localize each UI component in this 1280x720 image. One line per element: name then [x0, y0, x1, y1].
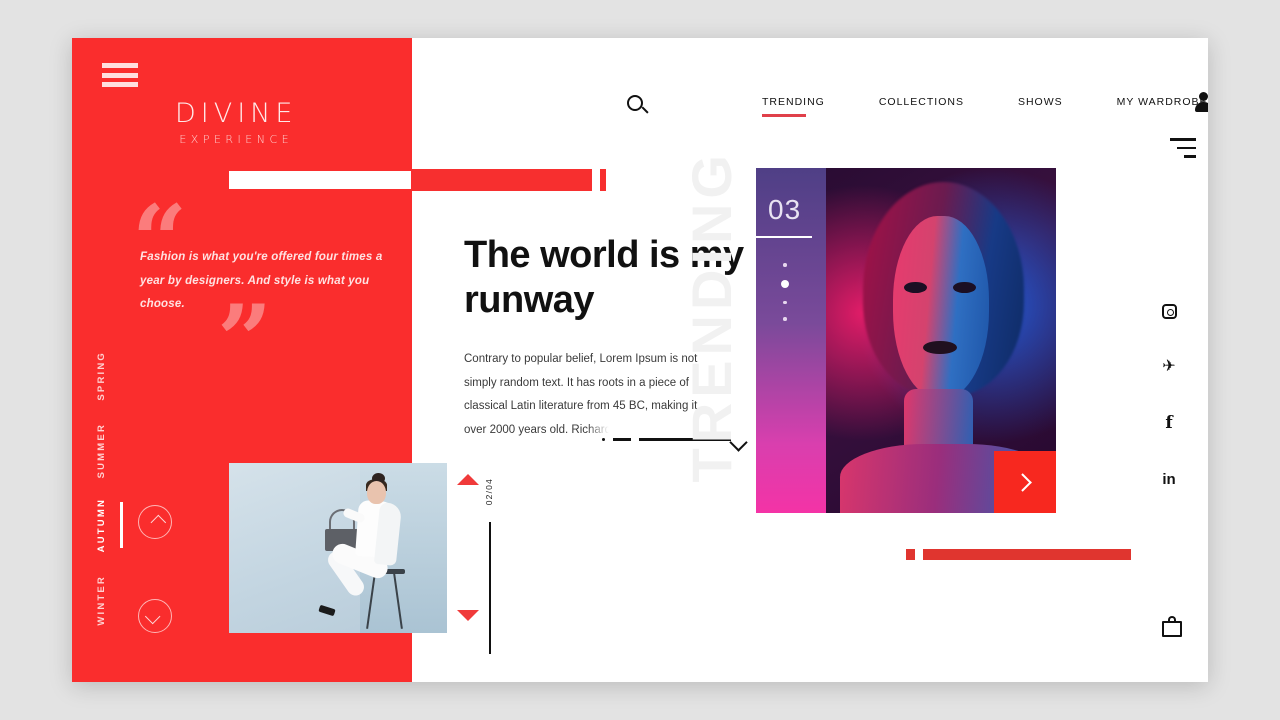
shopping-bag-icon[interactable] [1162, 616, 1182, 637]
social-rail: ✈ f in [1156, 283, 1182, 507]
portrait-eye-right [952, 281, 976, 294]
model-head [367, 481, 386, 504]
slide-dot[interactable] [783, 263, 787, 267]
product-model-figure [317, 473, 425, 633]
nav-item-collections[interactable]: COLLECTIONS [879, 96, 964, 117]
season-label: WINTER [96, 575, 107, 626]
portrait-lips [922, 340, 958, 355]
chevron-down-icon [144, 608, 160, 624]
triangle-down-icon[interactable] [457, 610, 479, 621]
chevron-up-icon [150, 514, 166, 530]
menu-line [1170, 138, 1196, 141]
top-navigation: TRENDING COLLECTIONS SHOWS MY WARDROBE [412, 38, 1208, 158]
avatar-body [1195, 102, 1208, 112]
trending-slide-card: 03 [756, 168, 1056, 513]
hamburger-line [102, 63, 138, 68]
season-label: AUTUMN [96, 498, 107, 553]
menu-line [1184, 155, 1196, 158]
slide-number: 03 [768, 194, 802, 225]
stool-leg [393, 573, 403, 629]
decorative-red-tick-top [600, 169, 606, 191]
season-item-spring[interactable]: SPRING [96, 338, 107, 413]
progress-dash [613, 438, 631, 441]
hero-body-text: Contrary to popular belief, Lorem Ipsum … [464, 348, 714, 442]
menu-stack-icon[interactable] [1170, 138, 1196, 158]
page-canvas: DIVINE EXPERIENCE “ Fashion is what you'… [72, 38, 1208, 682]
season-item-summer[interactable]: SUMMER [96, 413, 107, 488]
chevron-right-icon [1012, 472, 1032, 492]
quote-close-mark: ” [217, 284, 273, 397]
nav-links: TRENDING COLLECTIONS SHOWS MY WARDROBE [762, 96, 1208, 117]
season-down-button[interactable] [138, 599, 172, 633]
season-label: SUMMER [96, 422, 107, 479]
user-avatar-icon[interactable] [1195, 92, 1208, 112]
hamburger-line [102, 82, 138, 87]
season-item-autumn[interactable]: AUTUMN [96, 488, 123, 563]
product-image[interactable] [229, 463, 447, 633]
slide-dot[interactable] [783, 300, 787, 305]
model-shoe [318, 604, 336, 617]
season-label: SPRING [96, 350, 107, 401]
social-link-facebook[interactable]: f [1156, 395, 1182, 451]
trending-watermark: TRENDING [680, 150, 743, 483]
hamburger-line [102, 72, 138, 78]
decorative-red-bar-bottom [923, 549, 1131, 560]
facebook-icon: f [1165, 412, 1173, 433]
slide-next-button[interactable] [994, 451, 1056, 513]
slide-dots [781, 263, 789, 321]
slide-side-panel: 03 [756, 168, 826, 513]
nav-item-trending[interactable]: TRENDING [762, 96, 825, 117]
portrait-face [892, 216, 990, 400]
stool [365, 569, 405, 629]
decorative-white-bar [229, 171, 411, 189]
avatar-head [1199, 92, 1208, 101]
product-counter-line [489, 522, 491, 654]
social-link-twitter[interactable]: ✈ [1156, 339, 1182, 395]
twitter-icon: ✈ [1162, 358, 1176, 375]
search-icon[interactable] [627, 95, 643, 111]
bag-body [1162, 621, 1182, 637]
progress-dot [602, 438, 605, 441]
slide-number-underline [756, 236, 812, 239]
decorative-red-square-bottom [906, 549, 915, 560]
season-active-bar [120, 502, 123, 548]
logo-secondary-text: EXPERIENCE [179, 133, 294, 146]
social-link-instagram[interactable] [1156, 283, 1182, 339]
season-list: SPRING SUMMER AUTUMN WINTER [96, 338, 123, 638]
stool-leg [366, 573, 376, 629]
instagram-icon [1161, 303, 1177, 319]
slide-dot-active[interactable] [781, 279, 789, 288]
product-counter-text: 02/04 [484, 478, 494, 506]
menu-line [1177, 146, 1196, 150]
slide-dot[interactable] [783, 317, 787, 321]
season-up-button[interactable] [138, 505, 172, 539]
decorative-red-bar-top [412, 169, 592, 191]
product-counter: 02/04 [484, 478, 494, 654]
season-item-winter[interactable]: WINTER [96, 563, 107, 638]
nav-item-shows[interactable]: SHOWS [1018, 96, 1063, 117]
triangle-up-icon[interactable] [457, 474, 479, 485]
nav-item-my-wardrobe[interactable]: MY WARDROBE [1117, 96, 1208, 117]
hamburger-icon[interactable] [102, 63, 138, 87]
trending-photo[interactable] [826, 168, 1056, 513]
linkedin-icon: in [1162, 470, 1176, 488]
brand-logo[interactable]: DIVINE EXPERIENCE [175, 100, 297, 146]
social-link-linkedin[interactable]: in [1156, 451, 1182, 507]
logo-primary-text: DIVINE [175, 98, 298, 129]
